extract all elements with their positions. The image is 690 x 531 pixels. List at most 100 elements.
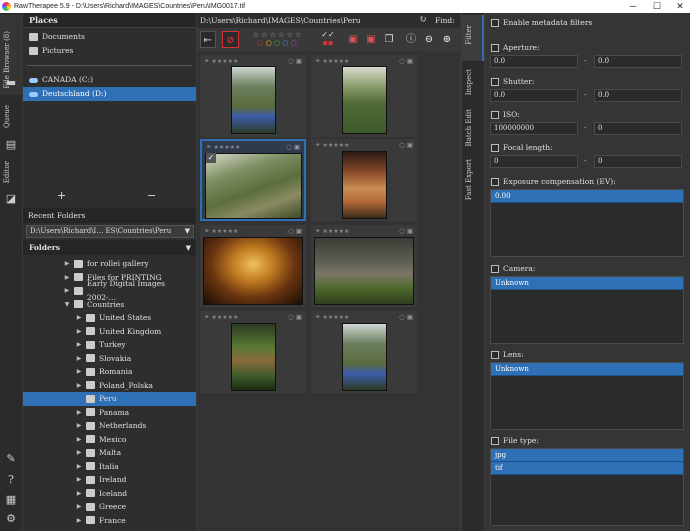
expand-icon[interactable]: ▶: [75, 446, 83, 460]
folder-item[interactable]: ▶ Panama: [23, 406, 196, 420]
copy-icon[interactable]: ❐: [383, 31, 395, 48]
expand-icon[interactable]: ▶: [75, 419, 83, 433]
profile-icon[interactable]: ⚭: [315, 57, 320, 65]
color-label-icon[interactable]: ○: [399, 313, 405, 321]
folder-item[interactable]: ▶ Mexico: [23, 433, 196, 447]
expand-icon[interactable]: ▶: [75, 325, 83, 339]
enable-metadata-filters-checkbox[interactable]: Enable metadata filters: [491, 18, 592, 27]
lens-list[interactable]: Unknown: [490, 362, 684, 430]
thumbnail[interactable]: ⚭ ★★★★★ ○ ▣: [311, 139, 417, 221]
folder-item[interactable]: ▶ for rollei gallery: [23, 257, 196, 271]
expand-icon[interactable]: ▶: [75, 365, 83, 379]
rating-stars[interactable]: ★★★★★: [211, 228, 238, 235]
rating-stars[interactable]: ★★★★★: [211, 58, 238, 65]
thumbnail[interactable]: ⚭ ★★★★★ ○ ▣: [200, 311, 306, 393]
expand-icon[interactable]: ▶: [63, 284, 71, 298]
zoom-out-icon[interactable]: ⊖: [423, 31, 435, 48]
close-button[interactable]: ✕: [672, 0, 688, 13]
shutter-checkbox[interactable]: Shutter:: [491, 77, 534, 86]
tab-fast-export[interactable]: Fast Export: [465, 159, 473, 200]
expand-icon[interactable]: ▶: [75, 514, 83, 528]
drive-deutschland[interactable]: Deutschland (D:): [23, 87, 196, 101]
expand-icon[interactable]: ▶: [75, 311, 83, 325]
expand-icon[interactable]: ▶: [75, 406, 83, 420]
camera-checkbox[interactable]: Camera:: [491, 264, 535, 273]
rating-stars[interactable]: ★★★★★: [322, 314, 349, 321]
folder-item[interactable]: ▶ Ireland: [23, 473, 196, 487]
profile-icon[interactable]: ⚭: [315, 227, 320, 235]
profile-icon[interactable]: ⚭: [206, 143, 211, 151]
thumbnail[interactable]: ⚭ ★★★★★ ○ ▣: [311, 311, 417, 393]
aperture-from-input[interactable]: 0.0: [490, 55, 578, 68]
tab-queue[interactable]: Queue: [3, 105, 11, 128]
folder-item[interactable]: ▼ Countries: [23, 298, 196, 312]
layout-icon[interactable]: ▦: [5, 494, 17, 506]
remove-place-button[interactable]: −: [147, 189, 156, 202]
expand-icon[interactable]: ▶: [75, 473, 83, 487]
file-type-checkbox[interactable]: File type:: [491, 436, 539, 445]
list-item[interactable]: Unknown: [491, 277, 683, 290]
folder-item-selected[interactable]: Peru: [23, 392, 196, 406]
minimize-button[interactable]: ─: [625, 0, 641, 13]
iso-checkbox[interactable]: ISO:: [491, 110, 520, 119]
place-documents[interactable]: Documents: [23, 30, 196, 44]
help-icon[interactable]: ?: [5, 474, 17, 486]
magic-wand-icon[interactable]: ✎: [5, 453, 17, 465]
folder-item[interactable]: ▶ United Kingdom: [23, 325, 196, 339]
profile-icon[interactable]: ⚭: [204, 57, 209, 65]
folder-icon[interactable]: ▬: [5, 77, 17, 89]
shutter-to-input[interactable]: 0.0: [594, 89, 682, 102]
filter-icon[interactable]: ⊘: [222, 31, 239, 48]
iso-to-input[interactable]: 0: [594, 122, 682, 135]
maximize-button[interactable]: ☐: [649, 0, 665, 13]
profile-icon[interactable]: ⚭: [315, 313, 320, 321]
camera-list[interactable]: Unknown: [490, 276, 684, 344]
collapse-icon[interactable]: ▼: [63, 298, 71, 312]
exposure-checkbox[interactable]: Exposure compensation (EV):: [491, 177, 616, 186]
color-label-icon[interactable]: ○: [288, 313, 294, 321]
thumbnail[interactable]: ⚭ ★★★★★ ○ ▣: [311, 225, 417, 307]
info-icon[interactable]: ⓘ: [405, 31, 417, 48]
editor-icon[interactable]: ◪: [5, 193, 17, 205]
expand-icon[interactable]: ▶: [75, 338, 83, 352]
drive-canada[interactable]: CANADA (C:): [23, 73, 196, 87]
expand-icon[interactable]: ▶: [75, 460, 83, 474]
rank-filter-stars[interactable]: ☆ ☆ ☆ ☆ ☆ ☆ ○ ○ ○ ○ ○: [244, 31, 310, 48]
trash-icon[interactable]: ▣: [296, 57, 302, 65]
list-item[interactable]: tif: [491, 462, 683, 475]
expand-icon[interactable]: ▶: [75, 487, 83, 501]
place-pictures[interactable]: Pictures: [23, 44, 196, 58]
preferences-icon[interactable]: ⚙: [5, 513, 17, 525]
tab-batch-edit[interactable]: Batch Edit: [465, 109, 473, 146]
refresh-icon[interactable]: ↻: [419, 13, 427, 28]
trash-icon[interactable]: ▣: [407, 227, 413, 235]
color-label-icon[interactable]: ○: [399, 227, 405, 235]
expand-icon[interactable]: ▶: [75, 379, 83, 393]
expand-icon[interactable]: ▶: [75, 500, 83, 514]
queue-icon[interactable]: ▤: [5, 139, 17, 151]
folder-item[interactable]: ▶ Early Digital Images 2002-…: [23, 279, 196, 302]
thumbnail[interactable]: ⚭ ★★★★★ ○ ▣: [200, 225, 306, 307]
trash-filter-icon[interactable]: ▣: [365, 31, 377, 48]
rating-stars[interactable]: ★★★★★: [213, 144, 240, 151]
collapse-panel-icon[interactable]: ⇤: [200, 31, 216, 48]
color-label-icon[interactable]: ○: [288, 227, 294, 235]
folder-item[interactable]: ▶ Poland_Polska: [23, 379, 196, 393]
add-place-button[interactable]: +: [57, 189, 66, 202]
dropdown-arrow-icon[interactable]: ▼: [186, 240, 191, 255]
trash-icon[interactable]: ▣: [407, 57, 413, 65]
list-item[interactable]: Unknown: [491, 363, 683, 376]
aperture-to-input[interactable]: 0.0: [594, 55, 682, 68]
rating-stars[interactable]: ★★★★★: [322, 228, 349, 235]
edited-filter-icon[interactable]: ✓✓ ▪▪: [316, 31, 340, 48]
trash-icon[interactable]: ▣: [407, 313, 413, 321]
thumbnail[interactable]: ⚭ ★★★★★ ○ ▣: [200, 55, 306, 137]
path-input[interactable]: D:\Users\Richard\IMAGES\Countries\Peru: [200, 16, 361, 25]
aperture-checkbox[interactable]: Aperture:: [491, 43, 540, 52]
folder-item[interactable]: ▶ Greece: [23, 500, 196, 514]
folder-item[interactable]: ▶ United States: [23, 311, 196, 325]
folder-item[interactable]: ▶ Slovakia: [23, 352, 196, 366]
profile-icon[interactable]: ⚭: [204, 313, 209, 321]
trash-filter-icon[interactable]: ▣: [347, 31, 359, 48]
recent-folders-select[interactable]: D:\Users\Richard\I… ES\Countries\Peru ▼: [26, 225, 194, 238]
